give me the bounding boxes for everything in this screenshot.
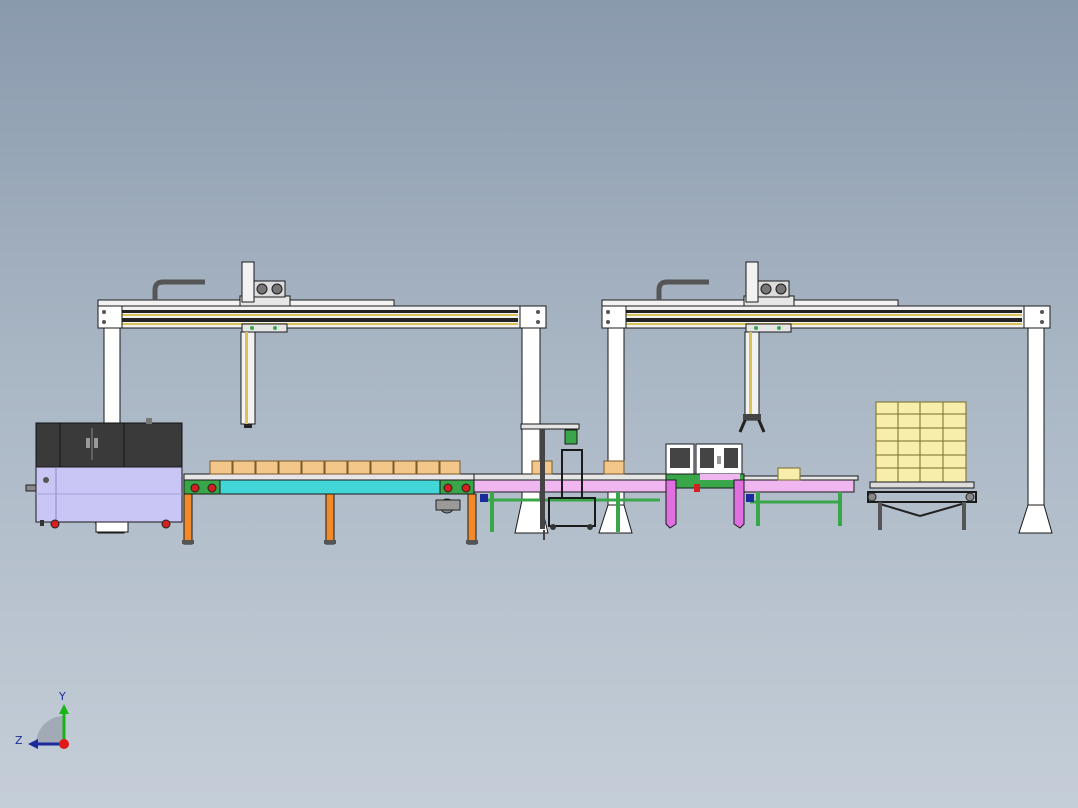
axis-triad: Y Z <box>15 690 69 749</box>
axis-y-label: Y <box>58 690 66 703</box>
carton-row <box>209 460 461 475</box>
case-sealer[interactable] <box>665 443 745 529</box>
axis-z-label: Z <box>15 734 23 747</box>
transfer-conveyor[interactable] <box>473 460 671 532</box>
pallet-station[interactable] <box>867 401 977 530</box>
stacked-pallet-load <box>875 401 967 483</box>
case-packer-machine[interactable] <box>25 418 183 533</box>
outfeed-conveyor[interactable] <box>743 467 859 526</box>
cad-viewport[interactable]: Y Z <box>0 0 1078 808</box>
infeed-conveyor[interactable] <box>182 460 478 545</box>
production-line-model[interactable]: Y Z <box>0 0 1078 808</box>
